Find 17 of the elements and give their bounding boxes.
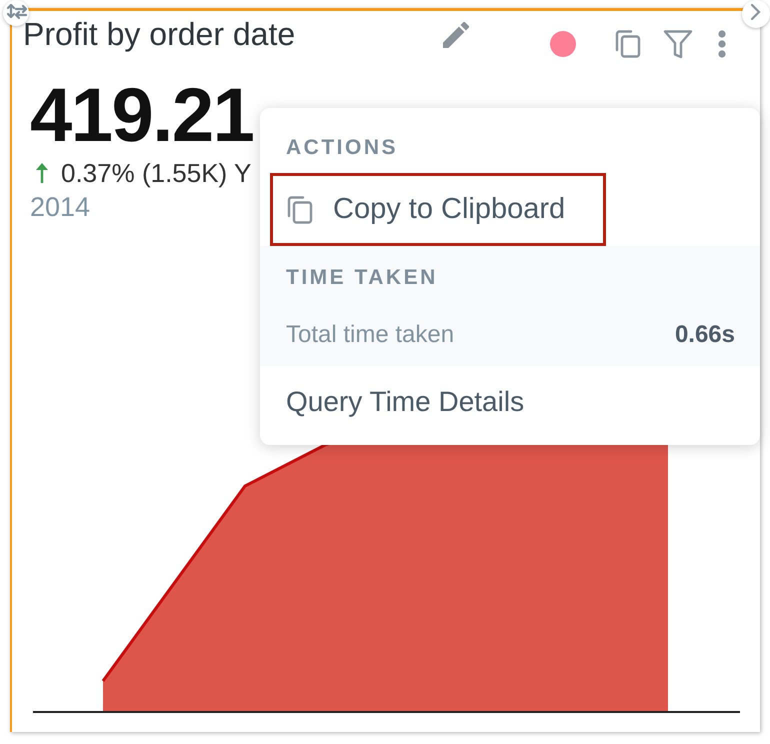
corner-handle[interactable]	[742, 0, 770, 28]
pencil-icon[interactable]	[443, 22, 470, 48]
period-label: 2014	[30, 192, 90, 222]
section-heading: ACTIONS	[286, 135, 398, 161]
menu-item[interactable]: Query Time Details	[260, 366, 760, 445]
stat-value: 0.66s	[674, 320, 735, 350]
kpi-value: 419.21	[30, 78, 254, 154]
more-menu-icon[interactable]	[718, 30, 726, 58]
widget-title: Profit by order date	[23, 15, 296, 54]
copy-icon[interactable]	[615, 30, 641, 58]
menu-item[interactable]: Copy to Clipboard	[270, 173, 606, 246]
section-heading: TIME TAKEN	[286, 265, 438, 291]
filter-icon[interactable]	[663, 29, 693, 59]
change-text: 0.37% (1.55K) Y	[61, 158, 252, 188]
stat-label: Total time taken	[286, 320, 454, 350]
copy-icon	[287, 196, 313, 224]
status-dot-icon	[550, 31, 576, 57]
